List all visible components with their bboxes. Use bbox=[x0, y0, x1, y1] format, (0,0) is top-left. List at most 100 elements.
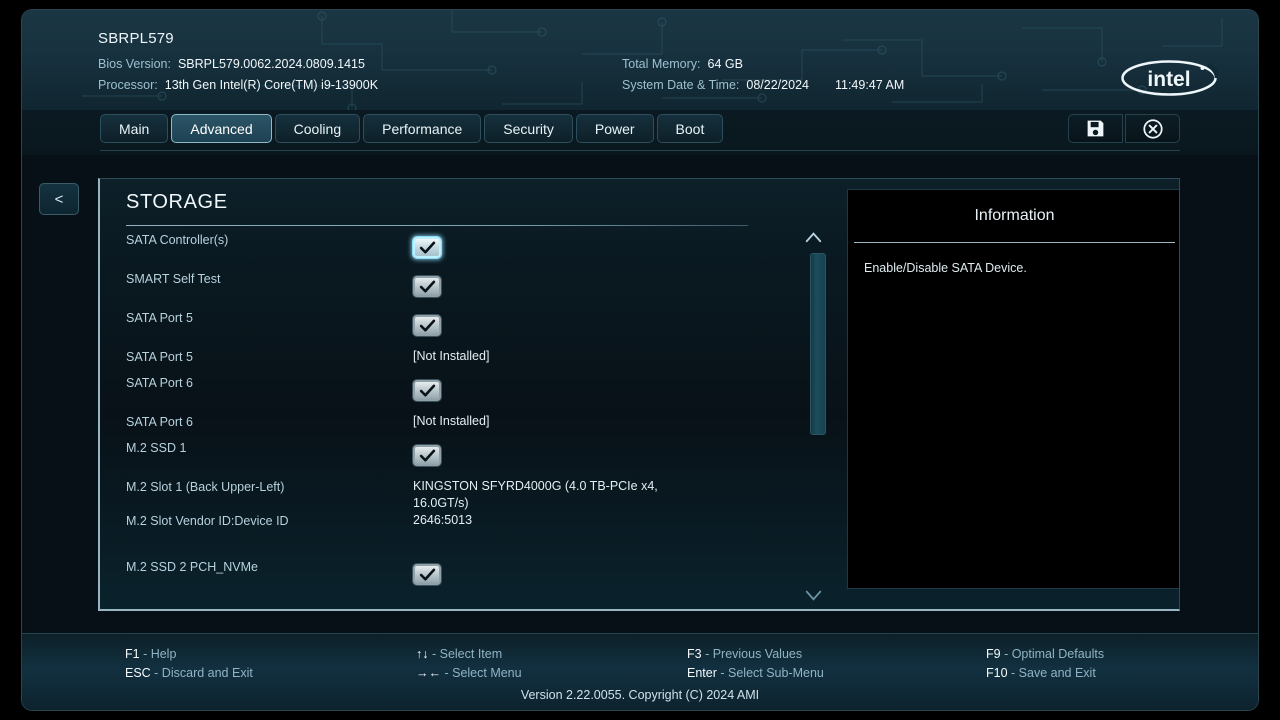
back-button[interactable]: < bbox=[39, 183, 79, 215]
tab-bar: Main Advanced Cooling Performance Securi… bbox=[22, 110, 1258, 155]
processor-row: Processor: 13th Gen Intel(R) Core(TM) i9… bbox=[98, 75, 378, 96]
information-panel: Information Enable/Disable SATA Device. bbox=[847, 189, 1179, 589]
settings-row-value: [Not Installed] bbox=[413, 349, 490, 363]
tab-security[interactable]: Security bbox=[484, 114, 573, 143]
system-datetime-row: System Date & Time: 08/22/2024 11:49:47 … bbox=[622, 75, 904, 96]
footer-column-1: F1 - Help ESC - Discard and Exit bbox=[125, 645, 253, 683]
scrollbar-thumb[interactable] bbox=[810, 253, 826, 435]
check-glyph-icon bbox=[419, 241, 435, 254]
footer-hint: →← - Select Menu bbox=[416, 664, 522, 683]
tab-performance[interactable]: Performance bbox=[363, 114, 482, 143]
settings-checkbox[interactable] bbox=[413, 564, 441, 585]
footer-hint-desc: - Discard and Exit bbox=[150, 666, 253, 680]
settings-row-value: [Not Installed] bbox=[413, 414, 490, 428]
system-datetime-label: System Date & Time: bbox=[622, 78, 740, 92]
footer-hint-key: Enter bbox=[687, 666, 717, 680]
footer: F1 - Help ESC - Discard and Exit ↑↓ - Sel… bbox=[22, 633, 1258, 710]
footer-hint-desc: - Optimal Defaults bbox=[1000, 647, 1105, 661]
system-title: SBRPL579 bbox=[98, 30, 174, 47]
chevron-down-icon bbox=[805, 590, 821, 601]
close-circle-icon bbox=[1142, 118, 1163, 139]
total-memory-label: Total Memory: bbox=[622, 57, 701, 71]
settings-checkbox[interactable] bbox=[413, 276, 441, 297]
settings-checkbox[interactable] bbox=[413, 445, 441, 466]
settings-row-label: SATA Port 5 bbox=[126, 350, 193, 364]
footer-hint: F1 - Help bbox=[125, 645, 253, 664]
settings-row-label: M.2 Slot Vendor ID:Device ID bbox=[126, 514, 289, 528]
bios-version-value: SBRPL579.0062.2024.0809.1415 bbox=[177, 57, 365, 71]
settings-list[interactable]: SATA Controller(s) SMART Self Test SATA Po… bbox=[126, 231, 786, 603]
footer-hint: F9 - Optimal Defaults bbox=[986, 645, 1104, 664]
footer-hint: ↑↓ - Select Item bbox=[416, 645, 522, 664]
information-text: Enable/Disable SATA Device. bbox=[864, 261, 1027, 275]
check-glyph-icon bbox=[419, 449, 435, 462]
tab-boot[interactable]: Boot bbox=[656, 114, 724, 143]
settings-row[interactable]: M.2 SSD 1 bbox=[126, 439, 786, 478]
version-copyright: Version 2.22.0055. Copyright (C) 2024 AM… bbox=[520, 688, 760, 702]
footer-column-4: F9 - Optimal Defaults F10 - Save and Exit bbox=[986, 645, 1104, 683]
tab-bar-divider bbox=[100, 150, 1180, 151]
settings-row-label: M.2 SSD 2 PCH_NVMe bbox=[126, 560, 258, 574]
scrollbar-track[interactable] bbox=[805, 241, 826, 589]
total-memory-row: Total Memory: 64 GB bbox=[622, 54, 904, 75]
content-panel: STORAGE SATA Controller(s) SMART Self Tes… bbox=[98, 178, 1180, 611]
settings-row-value: 2646:5013 bbox=[413, 513, 473, 527]
tab-main[interactable]: Main bbox=[100, 114, 169, 143]
settings-checkbox[interactable] bbox=[413, 237, 441, 258]
settings-row[interactable]: M.2 Slot 1 (Back Upper-Left) KINGSTON SFY… bbox=[126, 478, 786, 512]
header-button-group bbox=[1068, 114, 1180, 143]
settings-row[interactable]: SATA Port 5 [Not Installed] bbox=[126, 348, 786, 374]
footer-hint-key: F9 bbox=[986, 647, 1001, 661]
processor-label: Processor: bbox=[98, 78, 158, 92]
exit-button[interactable] bbox=[1125, 114, 1180, 143]
settings-row[interactable]: SMART Self Test bbox=[126, 270, 786, 309]
header: SBRPL579 Bios Version: SBRPL579.0062.202… bbox=[22, 10, 1258, 110]
settings-row[interactable]: SATA Port 5 bbox=[126, 309, 786, 348]
footer-hint-desc: - Previous Values bbox=[701, 647, 803, 661]
page-title: STORAGE bbox=[126, 191, 228, 213]
settings-row-label: SATA Port 6 bbox=[126, 376, 193, 390]
bios-version-label: Bios Version: bbox=[98, 57, 171, 71]
body: < STORAGE SATA Controller(s) SMART Self T… bbox=[22, 155, 1258, 633]
header-right-info: Total Memory: 64 GB System Date & Time: … bbox=[622, 54, 904, 96]
settings-row[interactable]: M.2 Slot Vendor ID:Device ID 2646:5013 bbox=[126, 512, 786, 538]
information-title: Information bbox=[974, 207, 1055, 224]
check-glyph-icon bbox=[419, 568, 435, 581]
processor-value: 13th Gen Intel(R) Core(TM) i9-13900K bbox=[164, 78, 379, 92]
settings-row-label: SATA Controller(s) bbox=[126, 233, 229, 247]
footer-hint-desc: - Save and Exit bbox=[1007, 666, 1096, 680]
settings-row[interactable]: SATA Port 6 bbox=[126, 374, 786, 413]
tab-power[interactable]: Power bbox=[575, 114, 654, 143]
settings-row-label: SMART Self Test bbox=[126, 272, 221, 286]
total-memory-value: 64 GB bbox=[707, 57, 743, 71]
settings-row[interactable]: M.2 SSD 2 PCH_NVMe bbox=[126, 558, 786, 597]
settings-checkbox[interactable] bbox=[413, 380, 441, 401]
tab-cooling[interactable]: Cooling bbox=[274, 114, 361, 143]
settings-scrollbar[interactable] bbox=[800, 229, 826, 604]
header-left-info: Bios Version: SBRPL579.0062.2024.0809.14… bbox=[98, 54, 378, 96]
save-button[interactable] bbox=[1068, 114, 1123, 143]
footer-hint: F3 - Previous Values bbox=[687, 645, 824, 664]
footer-column-3: F3 - Previous Values Enter - Select Sub-M… bbox=[687, 645, 824, 683]
intel-logo: intel bbox=[1121, 60, 1218, 96]
floppy-disk-icon bbox=[1087, 120, 1104, 137]
footer-hint: Enter - Select Sub-Menu bbox=[687, 664, 824, 683]
footer-hint-desc: - Help bbox=[139, 647, 177, 661]
settings-row-label: M.2 Slot 1 (Back Upper-Left) bbox=[126, 480, 285, 494]
title-divider bbox=[126, 225, 748, 226]
footer-column-2: ↑↓ - Select Item →← - Select Menu bbox=[416, 645, 522, 683]
bios-version-row: Bios Version: SBRPL579.0062.2024.0809.14… bbox=[98, 54, 378, 75]
settings-row-label: SATA Port 6 bbox=[126, 415, 193, 429]
scroll-down-button[interactable] bbox=[803, 587, 823, 603]
settings-row[interactable]: SATA Port 6 [Not Installed] bbox=[126, 413, 786, 439]
footer-hint-key: F3 bbox=[687, 647, 702, 661]
tab-list: Main Advanced Cooling Performance Securi… bbox=[100, 114, 724, 143]
settings-row[interactable]: SATA Controller(s) bbox=[126, 231, 786, 270]
footer-hint: ESC - Discard and Exit bbox=[125, 664, 253, 683]
settings-checkbox[interactable] bbox=[413, 315, 441, 336]
settings-row-label: M.2 SSD 1 bbox=[126, 441, 187, 455]
tab-advanced[interactable]: Advanced bbox=[171, 114, 272, 143]
footer-hint-desc: - Select Item bbox=[428, 647, 503, 661]
check-glyph-icon bbox=[419, 280, 435, 293]
footer-hint-desc: - Select Menu bbox=[441, 666, 522, 680]
